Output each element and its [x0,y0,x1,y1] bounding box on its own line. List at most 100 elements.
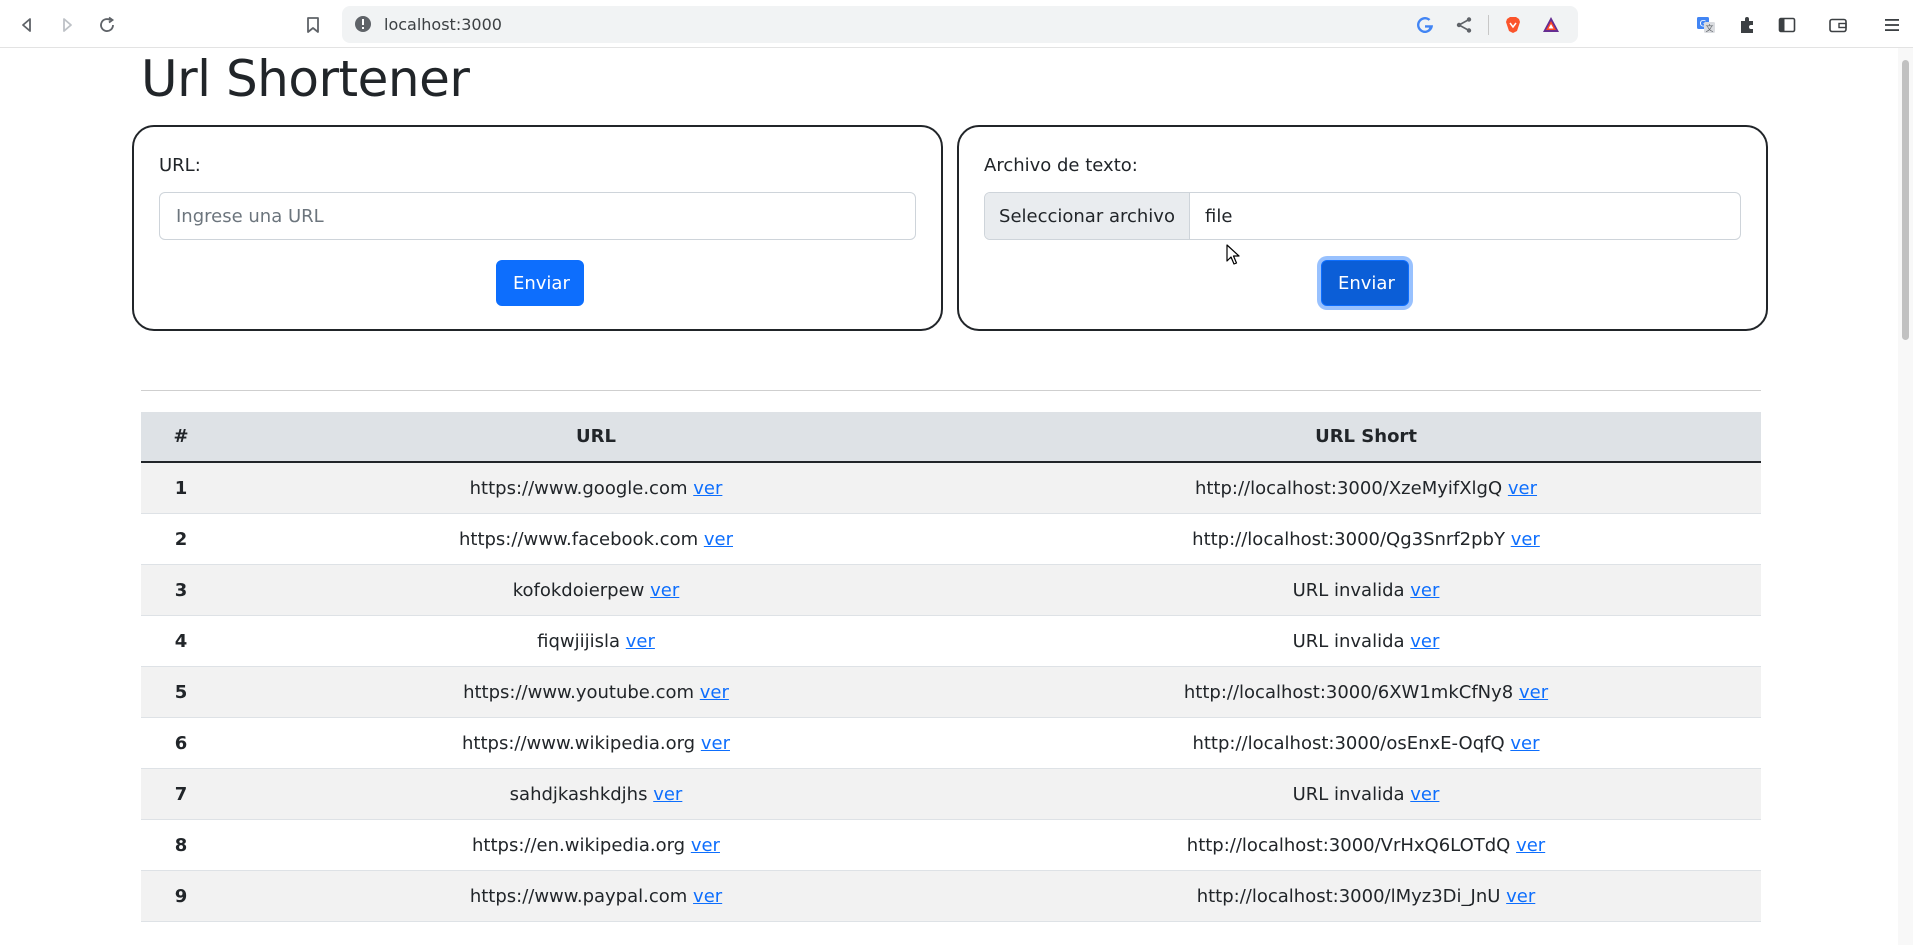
bookmark-icon [307,17,319,33]
address-bar[interactable]: localhost:3000 [342,6,1578,43]
url-input[interactable] [159,192,916,240]
url-submit-button[interactable]: Enviar [496,260,584,306]
url-text: sahdjkashkdjhs [509,783,648,805]
short-cell: URL invalida ver [971,615,1761,667]
short-ver-link[interactable]: ver [1410,631,1439,652]
short-ver-link[interactable]: ver [1508,478,1537,499]
sidebar-panel-icon [1778,17,1796,33]
short-text: http://localhost:3000/6XW1mkCfNy8 [1183,681,1514,703]
short-cell: http://localhost:3000/osEnxE-OqfQ ver [971,717,1761,769]
table-row: 4 fiqwjijisla ver URL invalida ver [141,615,1761,667]
forward-button[interactable] [52,10,82,40]
table-row: 9 https://www.paypal.com ver http://loca… [141,870,1761,922]
share-icon[interactable] [1453,14,1475,36]
choose-file-button[interactable]: Seleccionar archivo [985,193,1190,239]
brave-lion-icon [1506,17,1520,33]
url-cell: https://www.youtube.com ver [221,666,971,718]
url-cell: https://www.paypal.com ver [221,870,971,922]
google-icon[interactable] [1414,14,1436,36]
brave-rewards-icon[interactable] [1540,14,1562,36]
wallet-icon[interactable] [1826,13,1850,37]
url-text: https://www.wikipedia.org [462,732,696,754]
header-url: URL [221,412,971,463]
short-ver-link[interactable]: ver [1516,835,1545,856]
brave-shields-icon[interactable] [1502,14,1524,36]
browser-toolbar: localhost:3000 G文 [0,0,1913,48]
file-submit-button[interactable]: Enviar [1321,260,1409,306]
url-ver-link[interactable]: ver [693,478,722,499]
short-text: http://localhost:3000/VrHxQ6LOTdQ [1186,834,1511,856]
short-ver-link[interactable]: ver [1510,733,1539,754]
short-cell: http://localhost:3000/6XW1mkCfNy8 ver [971,666,1761,718]
table-row: 2 https://www.facebook.com ver http://lo… [141,513,1761,565]
wallet-glyph-icon [1829,18,1847,33]
short-text: http://localhost:3000/Qg3Snrf2pbY [1192,528,1505,550]
short-text: http://localhost:3000/XzeMyifXlgQ [1194,477,1503,499]
share-glyph-icon [1456,17,1472,33]
url-ver-link[interactable]: ver [701,733,730,754]
url-ver-link[interactable]: ver [700,682,729,703]
back-button[interactable] [12,10,42,40]
file-form-card: Archivo de texto: Seleccionar archivo fi… [957,125,1768,331]
short-ver-link[interactable]: ver [1519,682,1548,703]
section-divider [141,390,1761,391]
puzzle-icon [1741,17,1753,33]
url-form-card: URL: Enviar [132,125,943,331]
menu-icon[interactable] [1880,13,1904,37]
url-ver-link[interactable]: ver [693,886,722,907]
urls-table: # URL URL Short 1 https://www.google.com… [141,412,1761,922]
url-ver-link[interactable]: ver [691,835,720,856]
url-cell: sahdjkashkdjhs ver [221,768,971,820]
table-row: 8 https://en.wikipedia.org ver http://lo… [141,819,1761,871]
row-number: 7 [141,768,221,820]
short-ver-link[interactable]: ver [1410,580,1439,601]
table-row: 1 https://www.google.com ver http://loca… [141,462,1761,514]
url-ver-link[interactable]: ver [650,580,679,601]
table-row: 5 https://www.youtube.com ver http://loc… [141,666,1761,718]
url-cell: kofokdoierpew ver [221,564,971,616]
url-cell: https://www.facebook.com ver [221,513,971,565]
extensions-icon[interactable] [1735,13,1759,37]
url-ver-link[interactable]: ver [626,631,655,652]
row-number: 3 [141,564,221,616]
url-text: https://www.facebook.com [458,528,699,550]
translate-glyph-icon: G文 [1697,17,1715,33]
page-title: Url Shortener [141,50,470,108]
selected-file-name: file [1205,205,1233,227]
short-cell: URL invalida ver [971,768,1761,820]
address-text[interactable]: localhost:3000 [384,15,502,34]
svg-text:文: 文 [1706,23,1714,33]
short-cell: http://localhost:3000/VrHxQ6LOTdQ ver [971,819,1761,871]
bookmark-button[interactable] [298,10,328,40]
url-cell: https://www.google.com ver [221,462,971,514]
file-input[interactable]: Seleccionar archivo file [984,192,1741,240]
url-label: URL: [159,155,201,176]
url-cell: https://en.wikipedia.org ver [221,819,971,871]
short-cell: http://localhost:3000/XzeMyifXlgQ ver [971,462,1761,514]
scrollbar-thumb[interactable] [1902,60,1909,340]
url-text: https://www.google.com [469,477,688,499]
url-text: kofokdoierpew [512,579,645,601]
header-number: # [141,412,221,463]
site-info-icon[interactable] [354,15,372,33]
short-ver-link[interactable]: ver [1506,886,1535,907]
translate-icon[interactable]: G文 [1694,13,1718,37]
table-row: 6 https://www.wikipedia.org ver http://l… [141,717,1761,769]
short-ver-link[interactable]: ver [1511,529,1540,550]
url-text: fiqwjijisla [537,630,621,652]
short-ver-link[interactable]: ver [1410,784,1439,805]
url-ver-link[interactable]: ver [704,529,733,550]
short-text: URL invalida [1292,783,1405,805]
reload-icon [100,16,115,32]
header-url-short: URL Short [971,412,1761,463]
reload-button[interactable] [92,10,122,40]
sidebar-toggle-icon[interactable] [1775,13,1799,37]
short-text: http://localhost:3000/lMyz3Di_JnU [1196,885,1501,907]
google-logo-icon [1417,17,1433,34]
row-number: 4 [141,615,221,667]
page-scrollbar[interactable] [1898,48,1913,945]
table-row: 7 sahdjkashkdjhs ver URL invalida ver [141,768,1761,820]
url-ver-link[interactable]: ver [653,784,682,805]
row-number: 5 [141,666,221,718]
row-number: 6 [141,717,221,769]
